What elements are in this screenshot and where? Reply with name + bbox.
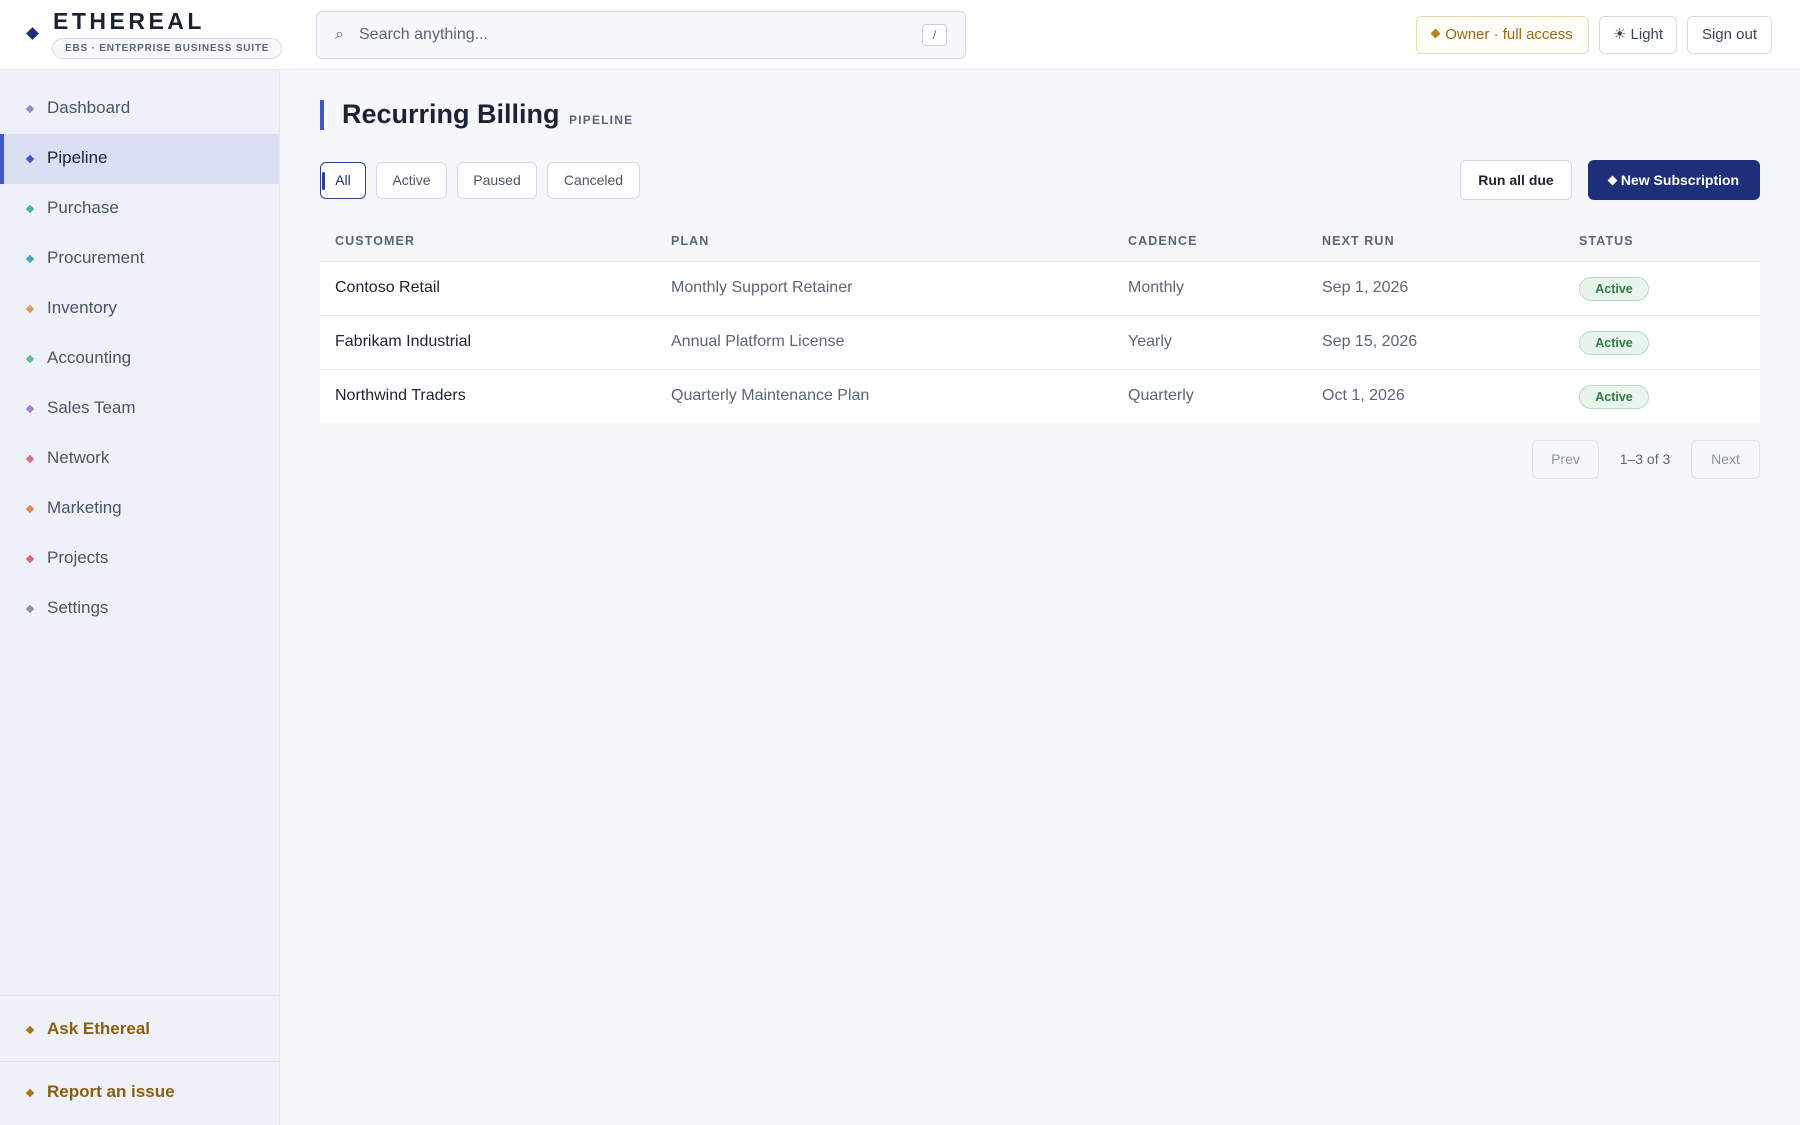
column-header-customer[interactable]: CUSTOMER [335,234,415,248]
diamond-icon [25,204,35,214]
table-row[interactable]: Contoso Retail Monthly Support Retainer Mo… [320,262,1760,316]
top-bar: ETHEREAL EBS · ENTERPRISE BUSINESS SUITE… [0,0,1800,70]
report-issue-button[interactable]: Report an issue [0,1069,279,1119]
diamond-icon [25,104,35,114]
diamond-icon [25,1088,35,1098]
sidebar-item-projects[interactable]: Projects [0,534,279,584]
cell-plan: Monthly Support Retainer [671,279,853,296]
cell-next-run: Sep 15, 2026 [1322,333,1418,350]
cell-next-run: Sep 1, 2026 [1322,279,1409,296]
cell-plan: Annual Platform License [671,333,845,350]
sidebar-divider [0,995,279,996]
search-shortcut-key: / [922,24,947,46]
diamond-icon [25,154,35,164]
sidebar-item-label: Network [47,448,110,467]
ask-ethereal-label: Ask Ethereal [47,1019,150,1038]
sidebar-item-pipeline[interactable]: Pipeline [0,134,279,184]
sidebar-item-sales-team[interactable]: Sales Team [0,384,279,434]
diamond-icon [25,604,35,614]
search-box[interactable]: ⌕ / [316,11,966,59]
table-body: Contoso Retail Monthly Support Retainer Mo… [320,262,1760,423]
filter-chip-canceled[interactable]: Canceled [547,162,640,199]
sidebar-item-label: Projects [47,548,109,567]
sidebar-item-label: Accounting [47,348,132,367]
cell-plan: Quarterly Maintenance Plan [671,387,870,404]
role-label: Owner · full access [1445,26,1573,43]
sidebar: Dashboard Pipeline Purchase Procurement Inve… [0,70,280,1125]
table-row[interactable]: Northwind Traders Quarterly Maintenance P… [320,370,1760,423]
cell-cadence: Monthly [1128,279,1185,296]
sidebar-item-marketing[interactable]: Marketing [0,484,279,534]
sidebar-item-label: Sales Team [47,398,136,417]
report-issue-label: Report an issue [47,1082,175,1101]
diamond-icon [25,504,35,514]
diamond-icon [1430,28,1441,39]
next-page-button[interactable]: Next [1691,440,1760,479]
status-badge: Active [1579,331,1649,355]
cell-cadence: Quarterly [1128,387,1194,404]
theme-toggle-button[interactable]: ☀ Light [1599,16,1677,54]
diamond-icon [1607,175,1618,186]
sidebar-item-inventory[interactable]: Inventory [0,284,279,334]
brand-diamond-icon [26,27,39,40]
diamond-icon [25,354,35,364]
page-title: Recurring Billing [342,99,560,129]
cell-cadence: Yearly [1128,333,1172,350]
column-header-cadence[interactable]: CADENCE [1128,234,1198,248]
sidebar-item-label: Dashboard [47,98,131,117]
diamond-icon [25,404,35,414]
page-tag: PIPELINE [569,113,634,127]
sidebar-item-accounting[interactable]: Accounting [0,334,279,384]
prev-page-button[interactable]: Prev [1532,440,1599,479]
diamond-icon [25,554,35,564]
search-icon: ⌕ [335,26,344,43]
status-badge: Active [1579,385,1649,409]
ask-ethereal-button[interactable]: Ask Ethereal [0,1006,279,1056]
filter-chip-active[interactable]: Active [376,162,447,199]
brand-subtitle: EBS · ENTERPRISE BUSINESS SUITE [52,38,283,59]
role-button[interactable]: Owner · full access [1416,16,1589,54]
column-header-status[interactable]: STATUS [1579,234,1634,248]
sidebar-item-procurement[interactable]: Procurement [0,234,279,284]
new-subscription-button[interactable]: New Subscription [1588,160,1760,200]
search-input[interactable] [359,12,899,58]
new-subscription-label: New Subscription [1620,172,1740,188]
title-accent-bar [320,100,324,130]
sidebar-item-label: Procurement [47,248,145,267]
status-badge: Active [1579,277,1649,301]
sidebar-divider [0,1061,279,1062]
sign-out-button[interactable]: Sign out [1687,16,1772,54]
column-header-plan[interactable]: PLAN [671,234,709,248]
sidebar-item-label: Purchase [47,198,119,217]
filter-chip-paused[interactable]: Paused [457,162,537,199]
cell-next-run: Oct 1, 2026 [1322,387,1405,404]
pagination-info: 1–3 of 3 [1619,451,1671,467]
filter-chip-all[interactable]: All [320,162,366,199]
diamond-icon [25,454,35,464]
cell-customer: Contoso Retail [335,279,440,296]
cell-customer: Northwind Traders [335,387,466,404]
sidebar-item-settings[interactable]: Settings [0,584,279,634]
table-header: CUSTOMER PLAN CADENCE NEXT RUN STATUS [320,222,1760,262]
sidebar-item-label: Marketing [47,498,122,517]
cell-customer: Fabrikam Industrial [335,333,472,350]
sidebar-item-label: Inventory [47,298,117,317]
table-row[interactable]: Fabrikam Industrial Annual Platform Licen… [320,316,1760,370]
column-header-next-run[interactable]: NEXT RUN [1322,234,1395,248]
sidebar-item-label: Settings [47,598,109,617]
subscriptions-table: CUSTOMER PLAN CADENCE NEXT RUN STATUS Co… [320,222,1760,423]
run-all-due-button[interactable]: Run all due [1460,160,1572,200]
sidebar-item-purchase[interactable]: Purchase [0,184,279,234]
brand-name[interactable]: ETHEREAL [53,8,205,35]
sidebar-item-network[interactable]: Network [0,434,279,484]
diamond-icon [25,304,35,314]
sidebar-item-label: Pipeline [47,148,108,167]
sidebar-item-dashboard[interactable]: Dashboard [0,84,279,134]
diamond-icon [25,1025,35,1035]
diamond-icon [25,254,35,264]
